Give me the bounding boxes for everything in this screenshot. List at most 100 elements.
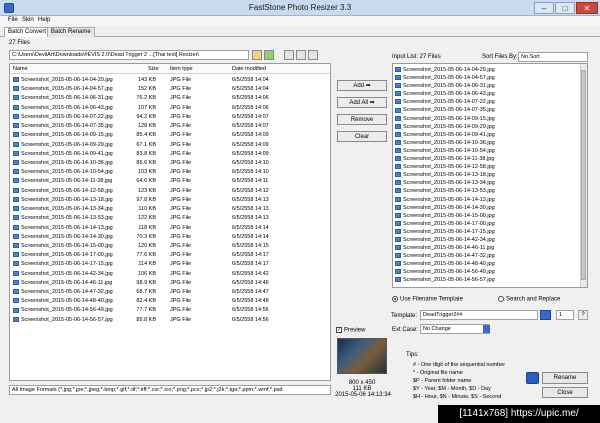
menu-skin[interactable]: Skin: [22, 17, 34, 23]
table-row[interactable]: Screenshot_2015-05-06-14-09-15.jpg 85.4 K…: [10, 131, 330, 140]
list-item[interactable]: Screenshot_2015-05-06-14-47-32.jpg: [395, 252, 495, 260]
list-item[interactable]: Screenshot_2015-05-06-14-42-34.jpg: [395, 236, 495, 244]
ext-case-select[interactable]: No Change: [420, 324, 490, 334]
list-item[interactable]: Screenshot_2015-05-06-14-04-29.jpg: [395, 66, 495, 74]
table-row[interactable]: Screenshot_2015-05-06-14-13-34.jpg 110 KB…: [10, 205, 330, 214]
table-row[interactable]: Screenshot_2015-05-06-14-15-00.jpg 120 KB…: [10, 242, 330, 251]
list-item[interactable]: Screenshot_2015-05-06-14-04-57.jpg: [395, 74, 495, 82]
list-item[interactable]: Screenshot_2015-05-06-14-56-57.jpg: [395, 276, 495, 284]
file-table[interactable]: Name Size Item type Date modified Screen…: [9, 63, 331, 381]
list-item[interactable]: Screenshot_2015-05-06-14-09-29.jpg: [395, 123, 495, 131]
table-row[interactable]: Screenshot_2015-05-06-14-13-18.jpg 97.8 K…: [10, 196, 330, 205]
table-row[interactable]: Screenshot_2015-05-06-14-13-53.jpg 122 KB…: [10, 214, 330, 223]
list-item[interactable]: Screenshot_2015-05-06-14-15-00.jpg: [395, 212, 495, 220]
rename-icon[interactable]: [526, 372, 539, 384]
folder-path-input[interactable]: C:\Users\DevilArt\Downloads\#EVIS 2.0\De…: [9, 50, 249, 60]
list-item[interactable]: Screenshot_2015-05-06-14-56-49.jpg: [395, 268, 495, 276]
thumbnail-view-icon[interactable]: [284, 50, 294, 60]
file-type-cell-text: JPG File: [170, 298, 192, 305]
table-row[interactable]: Screenshot_2015-05-06-14-14-30.jpg 70.3 K…: [10, 233, 330, 242]
chevron-down-icon[interactable]: [483, 325, 490, 333]
table-row[interactable]: Screenshot_2015-05-06-14-09-29.jpg 67.1 K…: [10, 141, 330, 150]
file-type-filter[interactable]: All Image Formats (*.jpg;*.jpe;*.jpeg;*.…: [9, 385, 331, 395]
list-item[interactable]: Screenshot_2015-05-06-14-17-00.jpg: [395, 220, 495, 228]
list-item[interactable]: Screenshot_2015-05-06-14-09-15.jpg: [395, 115, 495, 123]
table-row[interactable]: Screenshot_2015-05-06-14-10-36.jpg 86.6 K…: [10, 159, 330, 168]
column-date-modified[interactable]: Date modified: [232, 66, 266, 72]
list-item[interactable]: Screenshot_2015-05-06-14-13-34.jpg: [395, 179, 495, 187]
table-row[interactable]: Screenshot_2015-05-06-14-07-22.jpg 94.2 K…: [10, 113, 330, 122]
menu-help[interactable]: Help: [38, 17, 50, 23]
table-row[interactable]: Screenshot_2015-05-06-14-09-41.jpg 83.8 K…: [10, 150, 330, 159]
list-item[interactable]: Screenshot_2015-05-06-14-09-41.jpg: [395, 131, 495, 139]
preview-toggle[interactable]: ✓ Preview: [336, 327, 365, 334]
list-item[interactable]: Screenshot_2015-05-06-14-07-35.jpg: [395, 106, 495, 114]
column-item-type[interactable]: Item type: [170, 66, 193, 72]
template-help-button[interactable]: ?: [578, 310, 588, 320]
list-item[interactable]: Screenshot_2015-05-06-14-06-31.jpg: [395, 82, 495, 90]
search-replace-radio[interactable]: [498, 296, 504, 302]
list-item[interactable]: Screenshot_2015-05-06-14-46-11.jpg: [395, 244, 495, 252]
table-row[interactable]: Screenshot_2015-05-06-14-46-11.jpg 98.9 K…: [10, 279, 330, 288]
list-item[interactable]: Screenshot_2015-05-06-14-48-40.jpg: [395, 260, 495, 268]
list-item[interactable]: Screenshot_2015-05-06-14-06-43.jpg: [395, 90, 495, 98]
minimize-button[interactable]: –: [534, 2, 554, 14]
refresh-icon[interactable]: [264, 50, 274, 60]
template-input[interactable]: DeadTrigger2##: [420, 310, 538, 320]
use-template-option[interactable]: Use Filename Template: [392, 296, 463, 303]
use-template-radio[interactable]: [392, 296, 398, 302]
rename-button[interactable]: Rename: [542, 372, 588, 384]
table-row[interactable]: Screenshot_2015-05-06-14-47-32.jpg 68.7 K…: [10, 288, 330, 297]
table-row[interactable]: Screenshot_2015-05-06-14-42-34.jpg 106 KB…: [10, 270, 330, 279]
sort-select[interactable]: No Sort: [518, 52, 588, 62]
list-item[interactable]: Screenshot_2015-05-06-14-10-54.jpg: [395, 147, 495, 155]
tab-batch-convert[interactable]: Batch Convert: [4, 27, 51, 37]
table-row[interactable]: Screenshot_2015-05-06-14-14-13.jpg 118 KB…: [10, 224, 330, 233]
remove-button[interactable]: Remove: [337, 114, 387, 125]
detail-view-icon[interactable]: [308, 50, 318, 60]
table-row[interactable]: Screenshot_2015-05-06-14-56-49.jpg 77.7 K…: [10, 306, 330, 315]
list-item[interactable]: Screenshot_2015-05-06-14-11-38.jpg: [395, 155, 495, 163]
table-row[interactable]: Screenshot_2015-05-06-14-17-15.jpg 114 KB…: [10, 260, 330, 269]
template-menu-arrow-icon[interactable]: [540, 310, 551, 320]
add-button[interactable]: Add ➡: [337, 80, 387, 91]
table-row[interactable]: Screenshot_2015-05-06-14-12-58.jpg 123 KB…: [10, 187, 330, 196]
file-name-cell: Screenshot_2015-05-06-14-56-49.jpg: [13, 306, 113, 315]
list-item[interactable]: Screenshot_2015-05-06-14-13-53.jpg: [395, 187, 495, 195]
list-item[interactable]: Screenshot_2015-05-06-14-14-13.jpg: [395, 196, 495, 204]
table-row[interactable]: Screenshot_2015-05-06-14-04-57.jpg 152 KB…: [10, 85, 330, 94]
list-item[interactable]: Screenshot_2015-05-06-14-13-18.jpg: [395, 171, 495, 179]
close-window-button[interactable]: ✕: [576, 2, 598, 14]
table-row[interactable]: Screenshot_2015-05-06-14-06-31.jpg 76.2 K…: [10, 94, 330, 103]
clear-button[interactable]: Clear: [337, 131, 387, 142]
list-item-label: Screenshot_2015-05-06-14-47-32.jpg: [403, 253, 495, 260]
table-row[interactable]: Screenshot_2015-05-06-14-06-43.jpg 107 KB…: [10, 104, 330, 113]
column-name[interactable]: Name: [13, 66, 28, 72]
table-row[interactable]: Screenshot_2015-05-06-14-56-57.jpg 89.8 K…: [10, 316, 330, 325]
close-button[interactable]: Close: [542, 387, 588, 398]
preview-checkbox[interactable]: ✓: [336, 327, 342, 333]
list-item[interactable]: Screenshot_2015-05-06-14-07-22.jpg: [395, 98, 495, 106]
file-type-cell-text: JPG File: [170, 141, 192, 148]
table-row[interactable]: Screenshot_2015-05-06-14-10-54.jpg 103 KB…: [10, 168, 330, 177]
folder-icon[interactable]: [252, 50, 262, 60]
maximize-button[interactable]: □: [555, 2, 575, 14]
table-row[interactable]: Screenshot_2015-05-06-14-07-35.jpg 128 KB…: [10, 122, 330, 131]
list-item[interactable]: Screenshot_2015-05-06-14-14-30.jpg: [395, 204, 495, 212]
tab-batch-rename[interactable]: Batch Rename: [47, 27, 95, 37]
table-row[interactable]: Screenshot_2015-05-06-14-48-40.jpg 82.4 K…: [10, 297, 330, 306]
table-row[interactable]: Screenshot_2015-05-06-14-17-00.jpg 77.6 K…: [10, 251, 330, 260]
list-item[interactable]: Screenshot_2015-05-06-14-12-58.jpg: [395, 163, 495, 171]
table-row[interactable]: Screenshot_2015-05-06-14-04-29.jpg 143 KB…: [10, 76, 330, 85]
list-item[interactable]: Screenshot_2015-05-06-14-17-15.jpg: [395, 228, 495, 236]
list-view-icon[interactable]: [296, 50, 306, 60]
table-row[interactable]: Screenshot_2015-05-06-14-11-38.jpg 64.6 K…: [10, 177, 330, 186]
list-item[interactable]: Screenshot_2015-05-06-14-10-36.jpg: [395, 139, 495, 147]
menu-file[interactable]: File: [8, 17, 18, 23]
scrollbar-thumb[interactable]: [581, 70, 586, 280]
add-all-button[interactable]: Add All ➡: [337, 97, 387, 108]
search-replace-option[interactable]: Search and Replace: [498, 296, 560, 303]
column-size[interactable]: Size: [148, 66, 159, 72]
input-list[interactable]: Screenshot_2015-05-06-14-04-29.jpg Screen…: [392, 63, 588, 288]
start-number-input[interactable]: 1: [556, 310, 574, 320]
